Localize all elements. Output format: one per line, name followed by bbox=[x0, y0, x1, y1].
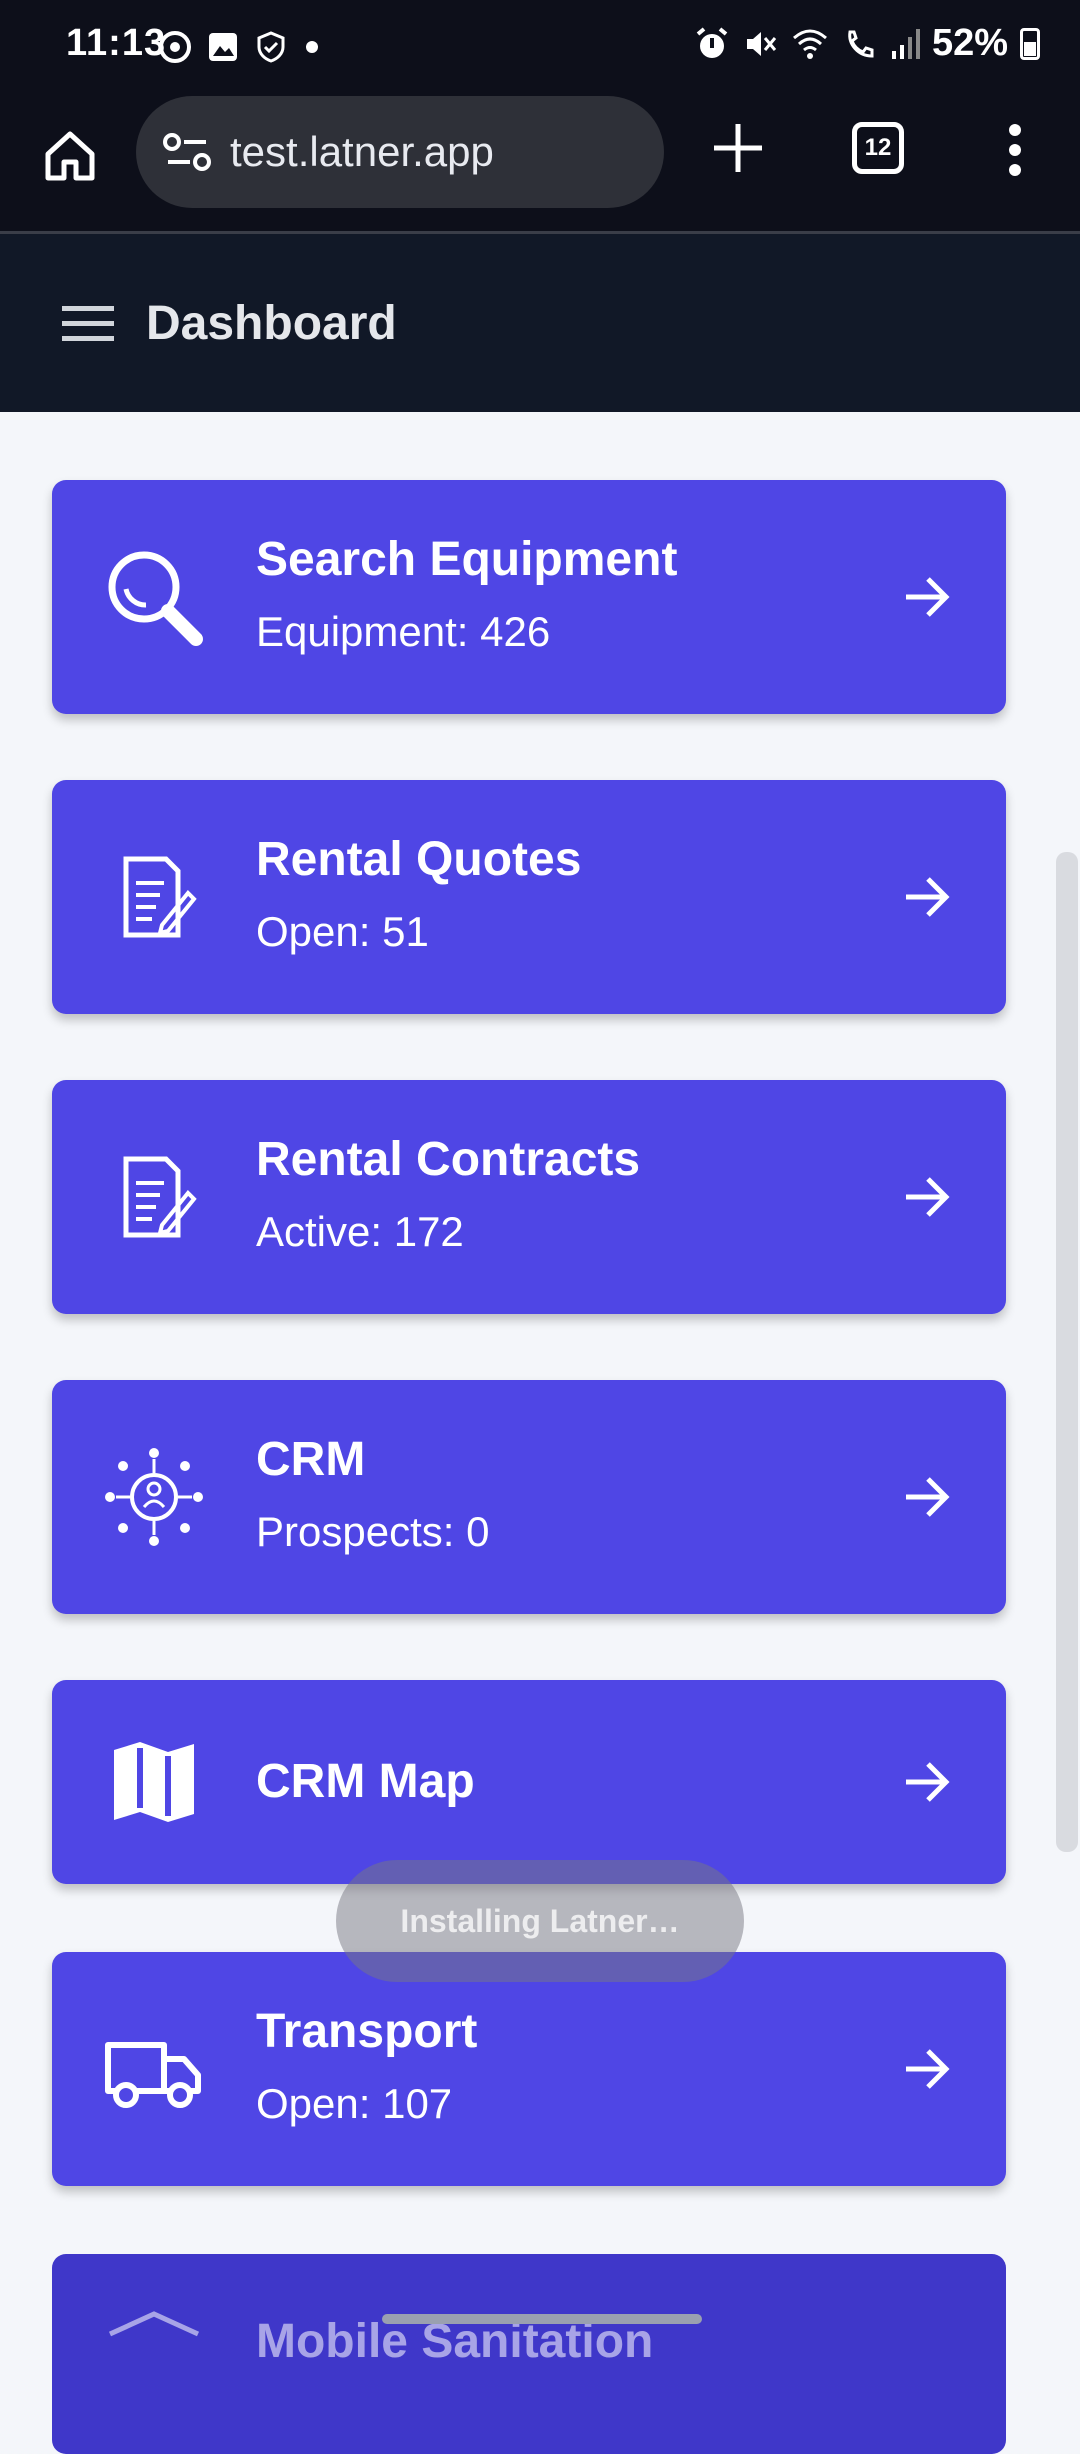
mute-icon bbox=[746, 31, 777, 56]
search-icon bbox=[108, 551, 203, 646]
arrow-right-icon bbox=[906, 577, 950, 617]
image-icon bbox=[209, 33, 237, 61]
dashboard-content[interactable]: Search Equipment Equipment: 426 Rental Q… bbox=[0, 412, 1080, 2340]
crm-network-icon bbox=[105, 1448, 203, 1546]
url-bar[interactable]: test.latner.app bbox=[136, 96, 664, 208]
signal-icon bbox=[891, 28, 920, 59]
card-subtitle: Open: 107 bbox=[256, 2080, 453, 2127]
card-search-equipment[interactable]: Search Equipment Equipment: 426 bbox=[52, 480, 1006, 714]
arrow-right-icon bbox=[906, 2049, 950, 2089]
page-title: Dashboard bbox=[146, 297, 397, 350]
arrow-right-icon bbox=[906, 877, 950, 917]
card-rental-contracts[interactable]: Rental Contracts Active: 172 bbox=[52, 1080, 1006, 1314]
card-crm-map[interactable]: CRM Map bbox=[52, 1680, 1006, 1884]
wifi-icon bbox=[792, 29, 827, 59]
card-transport[interactable]: Transport Open: 107 bbox=[52, 1952, 1006, 2186]
new-tab-icon[interactable] bbox=[706, 116, 770, 180]
card-crm[interactable]: CRM Prospects: 0 bbox=[52, 1380, 1006, 1614]
card-rental-quotes[interactable]: Rental Quotes Open: 51 bbox=[52, 780, 1006, 1014]
install-toast: Installing Latner… bbox=[336, 1860, 744, 1982]
tab-switcher-button[interactable]: 12 bbox=[852, 122, 904, 174]
more-options-icon[interactable] bbox=[1000, 118, 1030, 182]
browser-toolbar: test.latner.app 12 bbox=[0, 96, 1080, 234]
card-subtitle: Prospects: 0 bbox=[256, 1508, 490, 1555]
status-notification-icons bbox=[158, 30, 322, 64]
home-icon[interactable] bbox=[38, 124, 102, 188]
menu-icon[interactable] bbox=[62, 304, 114, 344]
card-title: CRM bbox=[256, 1433, 366, 1486]
sanitation-icon bbox=[108, 2311, 200, 2337]
arrow-right-icon bbox=[906, 1477, 950, 1517]
scrollbar[interactable] bbox=[1056, 852, 1078, 1852]
tab-count: 12 bbox=[864, 134, 892, 161]
shield-icon bbox=[257, 31, 285, 63]
card-subtitle: Equipment: 426 bbox=[256, 608, 551, 655]
gesture-nav-handle[interactable] bbox=[382, 2314, 702, 2324]
chrome-icon bbox=[159, 31, 191, 63]
site-settings-icon[interactable] bbox=[158, 127, 218, 177]
card-subtitle: Active: 172 bbox=[256, 1208, 464, 1255]
status-bar: 11:13 52% bbox=[0, 0, 1080, 96]
app-header: Dashboard bbox=[0, 234, 1080, 412]
alarm-icon bbox=[696, 26, 728, 58]
card-title: Rental Contracts bbox=[256, 1133, 641, 1186]
battery-icon bbox=[1020, 27, 1040, 60]
status-system-icons: 52% bbox=[694, 22, 1040, 65]
card-subtitle: Open: 51 bbox=[256, 908, 429, 955]
card-title: Transport bbox=[256, 2005, 478, 2058]
truck-icon bbox=[105, 2042, 201, 2108]
arrow-right-icon bbox=[906, 1177, 950, 1217]
card-title: Search Equipment bbox=[256, 533, 678, 586]
status-time: 11:13 bbox=[66, 22, 167, 64]
document-edit-icon bbox=[123, 856, 197, 938]
card-title: CRM Map bbox=[256, 1755, 475, 1808]
card-mobile-sanitation[interactable]: Mobile Sanitation bbox=[52, 2254, 1006, 2454]
url-text: test.latner.app bbox=[230, 128, 494, 175]
battery-percent: 52% bbox=[931, 22, 1008, 64]
wifi-calling-icon bbox=[848, 30, 874, 58]
map-icon bbox=[114, 1742, 194, 1822]
card-title: Rental Quotes bbox=[256, 833, 582, 886]
document-edit-icon bbox=[123, 1156, 197, 1238]
dot-icon bbox=[306, 41, 318, 53]
arrow-right-icon bbox=[906, 1762, 950, 1802]
toast-text: Installing Latner… bbox=[400, 1902, 680, 1939]
